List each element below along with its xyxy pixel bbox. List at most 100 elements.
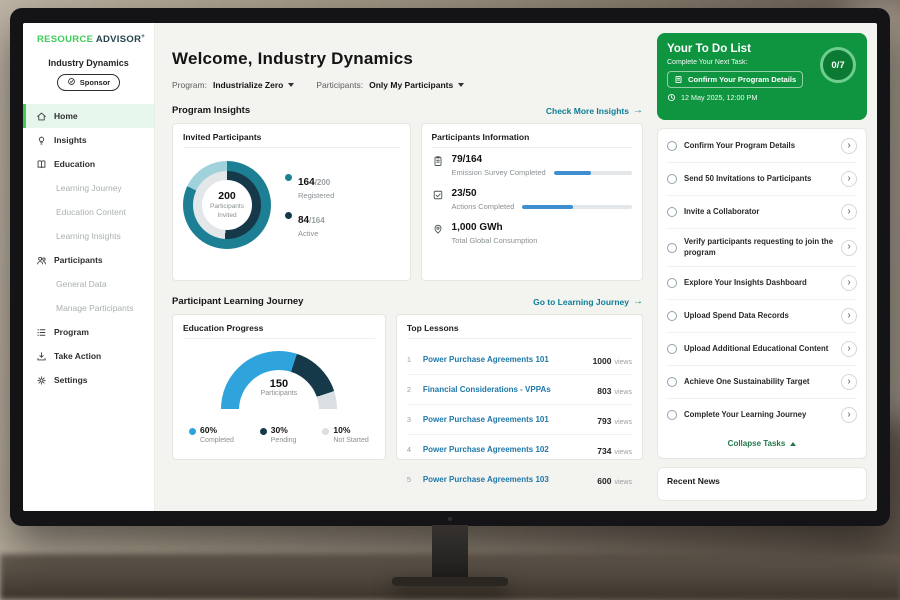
sidebar-item-participants[interactable]: Participants [23,248,154,272]
invited-center-label: Participants Invited [206,203,248,219]
sidebar-item-label: Take Action [54,351,101,361]
chevron-right-icon[interactable] [841,308,857,324]
task-item[interactable]: Achieve One Sustainability Target [667,366,857,399]
sidebar-item-learning-journey[interactable]: Learning Journey [23,176,154,200]
check-more-insights-link[interactable]: Check More Insights [546,105,643,116]
sidebar-item-general-data[interactable]: General Data [23,272,154,296]
task-item[interactable]: Send 50 Invitations to Participants [667,163,857,196]
sidebar-item-manage-participants[interactable]: Manage Participants [23,296,154,320]
lesson-title-link[interactable]: Power Purchase Agreements 101 [423,355,585,364]
sidebar-item-label: General Data [56,279,107,289]
link-label: Check More Insights [546,106,629,116]
chevron-down-icon [288,83,294,87]
sidebar-item-home[interactable]: Home [23,104,154,128]
card-title: Participants Information [432,132,632,148]
sidebar-item-education-content[interactable]: Education Content [23,200,154,224]
chevron-right-icon[interactable] [841,204,857,220]
legend-label: Pending [271,437,297,444]
legend-label: Active [298,229,325,238]
stat-global-consumption: 1,000 GWh Total Global Consumption [432,222,632,245]
task-item[interactable]: Upload Spend Data Records [667,300,857,333]
participants-information-card: Participants Information 79/164 Emission… [421,123,643,281]
education-gauge-wrap: 150 Participants [221,351,337,409]
lesson-title-link[interactable]: Power Purchase Agreements 102 [423,445,589,454]
task-checkbox[interactable] [667,141,677,151]
stat-label: Actions Completed [452,202,515,211]
invited-participants-card: Invited Participants 200 Participants In… [172,123,411,281]
app-logo: RESOURCE ADVISOR+ [23,34,154,45]
task-label: Verify participants requesting to join t… [684,237,834,258]
legend-total: /164 [309,216,325,225]
lesson-row: 4 Power Purchase Agreements 102 734views [407,435,632,465]
lesson-row: 3 Power Purchase Agreements 101 793views [407,405,632,435]
chevron-right-icon[interactable] [841,171,857,187]
legend-value: 60% [200,425,217,435]
legend-dot [322,428,329,435]
task-checkbox[interactable] [667,243,677,253]
sidebar-item-label: Participants [54,255,103,265]
program-select[interactable]: Industrialize Zero [213,80,294,90]
sidebar-item-insights[interactable]: Insights [23,128,154,152]
task-checkbox[interactable] [667,377,677,387]
task-item[interactable]: Invite a Collaborator [667,196,857,229]
sidebar-item-settings[interactable]: Settings [23,368,154,392]
sidebar-item-learning-insights[interactable]: Learning Insights [23,224,154,248]
gauge-center-value: 150 [221,378,337,390]
task-item[interactable]: Explore Your Insights Dashboard [667,267,857,300]
todo-title: Your To Do List [667,43,809,55]
sidebar-item-program[interactable]: Program [23,320,154,344]
card-title: Top Lessons [407,323,632,339]
collapse-tasks-link[interactable]: Collapse Tasks [667,431,857,457]
people-icon [36,255,47,266]
collapse-tasks-label: Collapse Tasks [728,439,786,448]
lesson-title-link[interactable]: Financial Considerations - VPPAs [423,385,589,394]
education-progress-card: Education Progress 150 Participants 60% [172,314,386,460]
task-checkbox[interactable] [667,278,677,288]
task-checkbox[interactable] [667,174,677,184]
chevron-right-icon[interactable] [841,138,857,154]
chevron-right-icon[interactable] [841,240,857,256]
todo-next-task[interactable]: Confirm Your Program Details [667,71,803,88]
sidebar-item-label: Home [54,111,78,121]
lesson-views-value: 793 [597,416,611,426]
todo-panel: Your To Do List Complete Your Next Task:… [655,23,877,511]
recent-news-title: Recent News [667,476,720,486]
check-square-icon [432,189,444,201]
go-to-learning-journey-link[interactable]: Go to Learning Journey [533,296,643,307]
invited-center-value: 200 [218,190,236,202]
chevron-right-icon[interactable] [841,275,857,291]
sidebar-item-take-action[interactable]: Take Action [23,344,154,368]
book-icon [36,159,47,170]
lesson-title-link[interactable]: Power Purchase Agreements 103 [423,475,589,484]
participants-select[interactable]: Only My Participants [369,80,464,90]
chevron-right-icon[interactable] [841,407,857,423]
monitor-stand [432,525,468,579]
education-legend: 60% Completed 30% Pending 10% Not Starte… [183,425,375,444]
todo-due: 12 May 2025, 12:00 PM [667,93,809,102]
task-checkbox[interactable] [667,410,677,420]
chevron-up-icon [790,442,796,446]
chevron-right-icon[interactable] [841,341,857,357]
task-checkbox[interactable] [667,344,677,354]
task-checkbox[interactable] [667,311,677,321]
task-item[interactable]: Verify participants requesting to join t… [667,229,857,267]
chevron-right-icon[interactable] [841,374,857,390]
filter-bar: Program: Industrialize Zero Participants… [172,80,643,90]
download-icon [36,351,47,362]
task-label: Upload Spend Data Records [684,311,834,322]
legend-dot [189,428,196,435]
sidebar-item-label: Insights [54,135,87,145]
task-checkbox[interactable] [667,207,677,217]
lesson-row: 5 Power Purchase Agreements 103 600views [407,465,632,494]
invited-donut-inner: 200 Participants Invited [193,171,261,239]
legend-value: 30% [271,425,288,435]
task-item[interactable]: Upload Additional Educational Content [667,333,857,366]
todo-hero-card: Your To Do List Complete Your Next Task:… [657,33,867,120]
task-item[interactable]: Confirm Your Program Details [667,130,857,163]
task-item[interactable]: Complete Your Learning Journey [667,399,857,431]
participants-select-value: Only My Participants [369,80,453,90]
lesson-title-link[interactable]: Power Purchase Agreements 101 [423,415,589,424]
sidebar-item-education[interactable]: Education [23,152,154,176]
link-label: Go to Learning Journey [533,297,629,307]
program-insights-section-header: Program Insights Check More Insights [172,105,643,116]
